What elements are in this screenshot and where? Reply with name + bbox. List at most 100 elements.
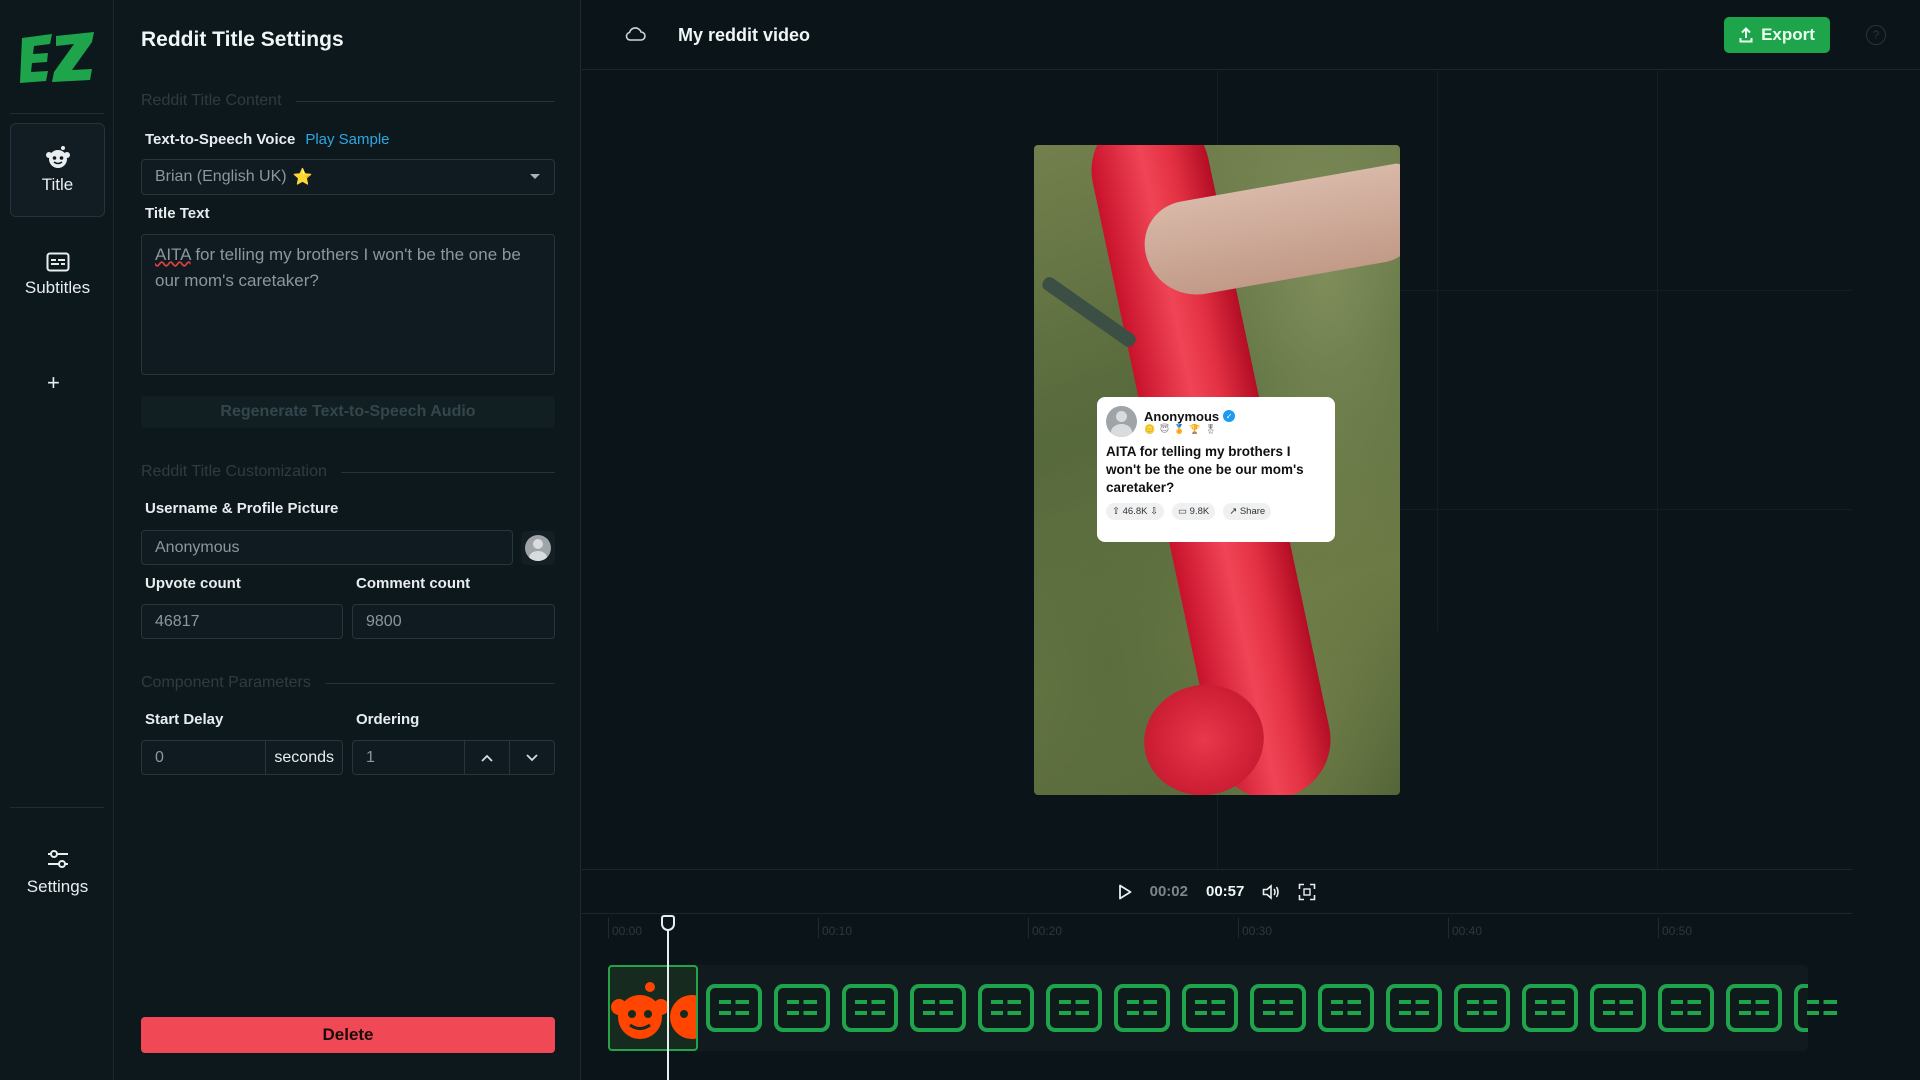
chevron-down-icon[interactable] [509, 741, 554, 774]
subtitle-clip[interactable] [774, 984, 830, 1032]
subtitle-clip[interactable] [1250, 984, 1306, 1032]
voice-select[interactable]: Brian (English UK) ⭐ [141, 159, 555, 195]
reddit-card-title: AITA for telling my brothers I won't be … [1106, 444, 1304, 495]
section-heading-label: Component Parameters [141, 674, 311, 691]
subtitle-clip[interactable] [1726, 984, 1782, 1032]
spellcheck-word: AITA [155, 245, 191, 264]
top-bar: My reddit video Export ? [582, 0, 1920, 70]
comment-count-value: 9800 [366, 612, 402, 630]
subtitle-clip[interactable] [910, 984, 966, 1032]
reddit-card-header: Anonymous ✓ 🪙 😇 🏅 🏆 🎖 [1106, 406, 1326, 437]
subtitle-clip[interactable] [706, 984, 762, 1032]
reddit-title-card[interactable]: Anonymous ✓ 🪙 😇 🏅 🏆 🎖 AITA for telling m… [1097, 397, 1335, 542]
comment-count-field[interactable]: 9800 [352, 604, 555, 639]
settings-panel: Reddit Title Settings Reddit Title Conte… [115, 0, 581, 1080]
upvote-chip: ⇧ 46.8K ⇩ [1106, 503, 1165, 520]
subtitle-clip[interactable] [842, 984, 898, 1032]
title-text-field[interactable]: AITA for telling my brothers I won't be … [141, 234, 555, 375]
total-time: 00:57 [1206, 883, 1245, 900]
volume-icon[interactable] [1262, 883, 1280, 900]
ruler-tick [1658, 918, 1659, 938]
ruler-label: 00:20 [1032, 924, 1063, 938]
export-label: Export [1761, 25, 1815, 44]
help-icon[interactable]: ? [1866, 25, 1886, 45]
ruler-label: 00:10 [822, 924, 853, 938]
section-heading-customization: Reddit Title Customization [141, 463, 555, 481]
add-component-button[interactable]: + [47, 370, 60, 396]
playhead-handle[interactable] [661, 915, 675, 931]
avatar-icon [525, 535, 551, 561]
chevron-up-icon[interactable] [464, 741, 509, 774]
playhead [667, 922, 669, 1080]
subtitle-clip[interactable] [1386, 984, 1442, 1032]
grid-line [1437, 71, 1438, 631]
title-clip[interactable] [608, 965, 698, 1051]
ruler-tick [1448, 918, 1449, 938]
title-text-label: Title Text [145, 205, 210, 222]
rail-divider [10, 807, 104, 808]
ordering-field[interactable]: 1 [352, 740, 555, 775]
timeline[interactable]: 00:00 00:10 00:20 00:30 00:40 00:50 [582, 913, 1852, 1080]
grid-line [1657, 71, 1658, 869]
cloud-icon [625, 27, 646, 41]
sliders-icon [47, 850, 68, 868]
playback-bar: 00:02 00:57 [582, 869, 1852, 913]
section-heading-params: Component Parameters [141, 674, 555, 692]
subtitle-clip[interactable] [1522, 984, 1578, 1032]
voice-select-value: Brian (English UK) [155, 168, 287, 185]
upvote-label: Upvote count [145, 575, 241, 592]
subtitle-clip[interactable] [1658, 984, 1714, 1032]
subtitle-clip[interactable] [1590, 984, 1646, 1032]
project-title[interactable]: My reddit video [678, 25, 810, 46]
username-field[interactable]: Anonymous [141, 530, 513, 565]
profile-picture-button[interactable] [521, 531, 555, 565]
title-text-value: for telling my brothers I won't be the o… [155, 245, 521, 290]
grid-line [1400, 290, 1852, 291]
start-delay-field[interactable]: 0 seconds [141, 740, 343, 775]
tts-voice-label-text: Text-to-Speech Voice [145, 131, 296, 148]
play-sample-link[interactable]: Play Sample [305, 131, 389, 148]
play-icon[interactable] [1118, 884, 1132, 900]
comment-chip: ▭ 9.8K [1172, 503, 1216, 520]
start-delay-unit: seconds [265, 741, 342, 774]
star-icon: ⭐ [292, 169, 313, 186]
left-rail: Title Subtitles + Settings [0, 0, 114, 1080]
rail-item-subtitles[interactable]: Subtitles [10, 228, 105, 322]
upvote-count-value: 46817 [155, 612, 200, 630]
subtitle-clip[interactable] [1794, 984, 1837, 1032]
awards-icons: 🪙 😇 🏅 🏆 🎖 [1144, 423, 1218, 434]
subtitle-clip[interactable] [1454, 984, 1510, 1032]
start-delay-label: Start Delay [145, 711, 224, 728]
delete-button[interactable]: Delete [141, 1017, 555, 1053]
regenerate-audio-button[interactable]: Regenerate Text-to-Speech Audio [141, 396, 555, 428]
ordering-value: 1 [366, 748, 375, 766]
avatar [1106, 406, 1137, 437]
fullscreen-icon[interactable] [1298, 883, 1316, 901]
subtitle-clip[interactable] [1046, 984, 1102, 1032]
tts-voice-label: Text-to-Speech Voice Play Sample [145, 131, 390, 148]
subtitle-clip[interactable] [1114, 984, 1170, 1032]
username-label: Username & Profile Picture [145, 500, 339, 517]
preview-canvas: Anonymous ✓ 🪙 😇 🏅 🏆 🎖 AITA for telling m… [582, 71, 1852, 869]
ruler-tick [818, 918, 819, 938]
video-preview[interactable]: Anonymous ✓ 🪙 😇 🏅 🏆 🎖 AITA for telling m… [1034, 145, 1400, 795]
subtitles-icon [46, 252, 69, 272]
section-heading-content: Reddit Title Content [141, 92, 555, 110]
rail-item-label: Subtitles [24, 278, 91, 297]
upvote-chip-value: 46.8K [1122, 506, 1148, 517]
reddit-card-user: Anonymous ✓ 🪙 😇 🏅 🏆 🎖 [1144, 409, 1236, 435]
subtitle-clip[interactable] [1318, 984, 1374, 1032]
current-time: 00:02 [1149, 883, 1188, 900]
rail-item-settings[interactable]: Settings [10, 825, 105, 919]
ordering-label: Ordering [356, 711, 420, 728]
panel-title: Reddit Title Settings [141, 28, 344, 51]
rail-item-title[interactable]: Title [10, 123, 105, 217]
ez-logo [20, 32, 94, 83]
username-value: Anonymous [155, 538, 240, 556]
rail-divider [10, 113, 104, 114]
upvote-count-field[interactable]: 46817 [141, 604, 343, 639]
ruler-label: 00:30 [1242, 924, 1273, 938]
subtitle-clip[interactable] [1182, 984, 1238, 1032]
export-button[interactable]: Export [1724, 17, 1830, 53]
subtitle-clip[interactable] [978, 984, 1034, 1032]
